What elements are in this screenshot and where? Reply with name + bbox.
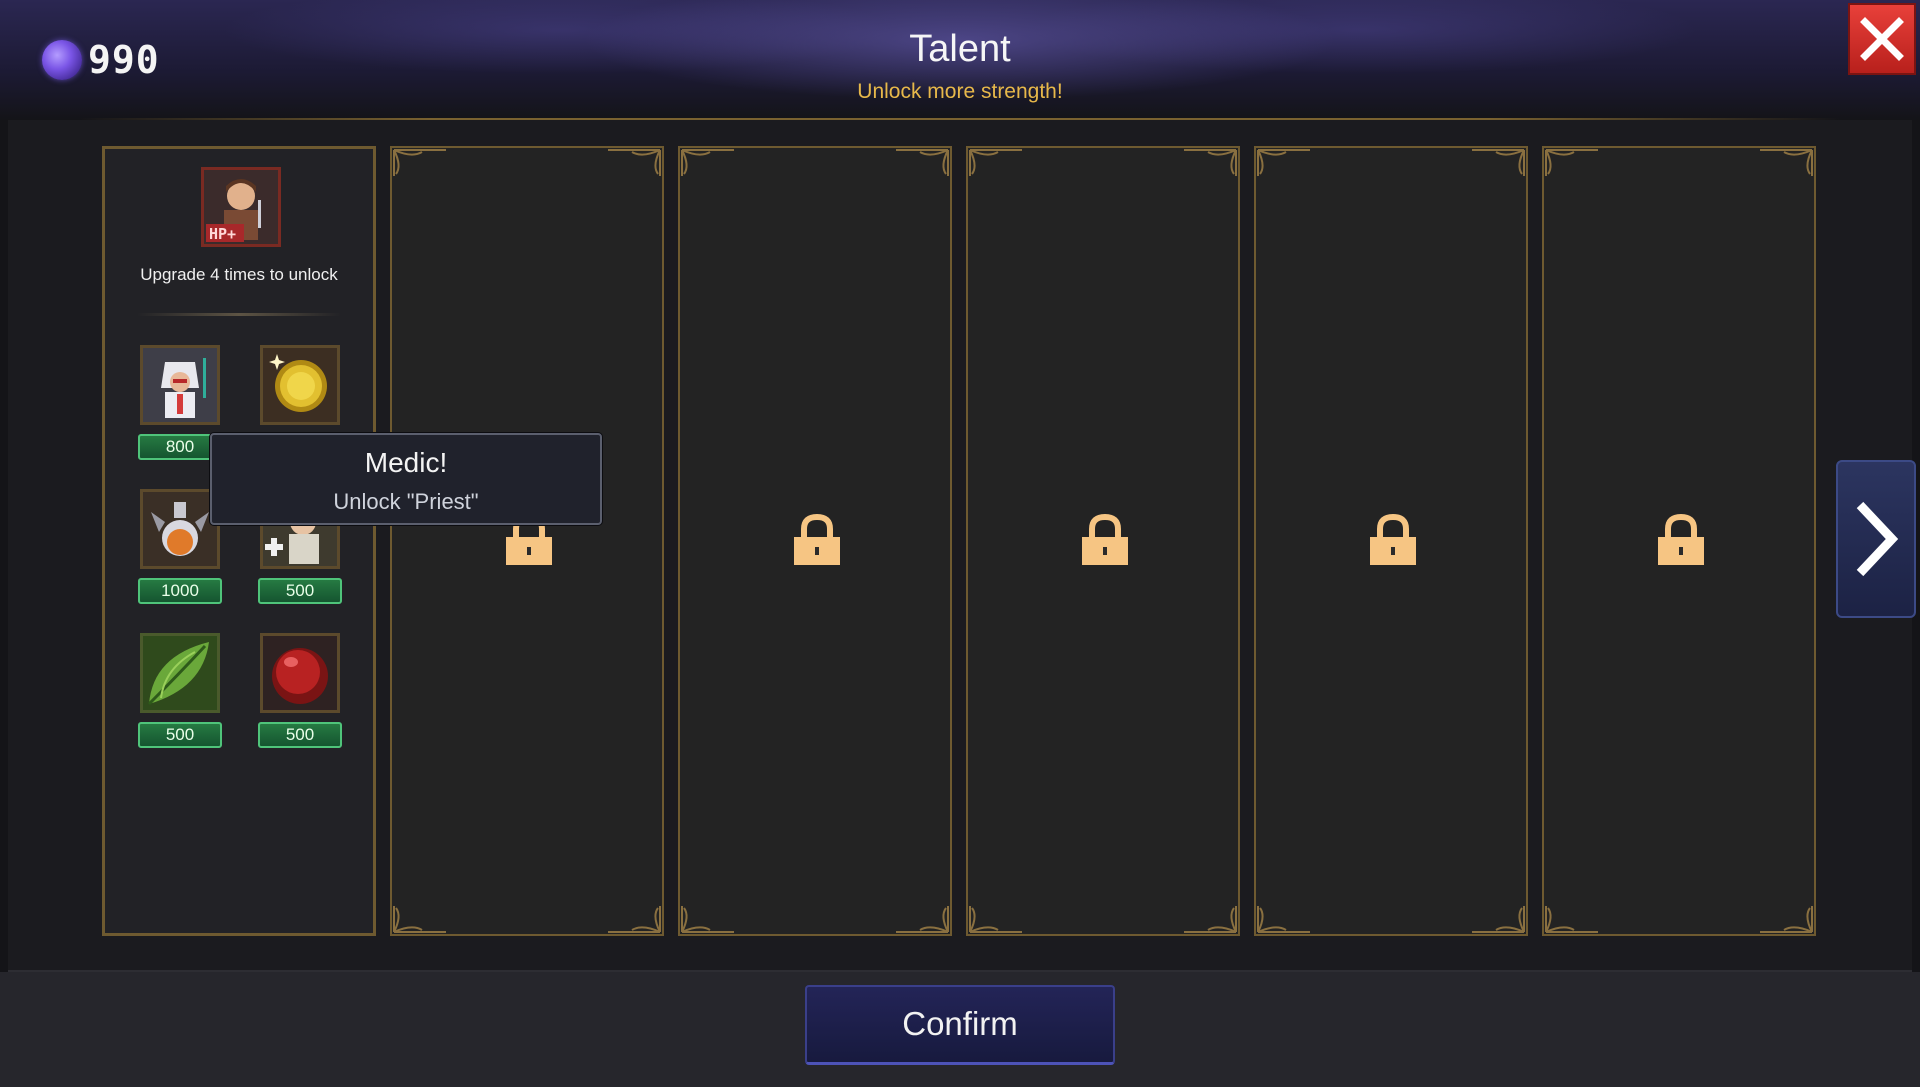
talent-slot-5[interactable] [1542,146,1816,936]
corner-ornament [1472,906,1525,933]
potion-flask-icon [140,489,220,569]
svg-text:HP+: HP+ [209,225,236,243]
panel-divider [137,313,341,316]
talent-slot-4[interactable] [1254,146,1528,936]
lock-icon [1370,513,1416,565]
skill-cost: 500 [138,722,222,748]
talent-slot-2[interactable] [678,146,952,936]
green-leaf-icon [140,633,220,713]
lock-icon [1658,513,1704,565]
corner-ornament [393,149,446,176]
tooltip-body: Unlock "Priest" [333,489,479,514]
corner-ornament [393,906,446,933]
chevron-right-icon [1856,501,1899,577]
close-icon [1860,17,1904,61]
currency-value: 990 [88,38,160,82]
next-page-button[interactable] [1836,460,1916,618]
hero-talent-panel: HP+ Upgrade 4 times to unlock 800 1000 5… [102,146,376,936]
corner-ornament [969,906,1022,933]
page-title: Talent [909,28,1011,70]
corner-ornament [969,149,1022,176]
skill-potion[interactable]: 1000 [138,489,222,604]
soul-orb-icon [42,40,82,80]
confirm-button[interactable]: Confirm [805,985,1115,1065]
page-subtitle: Unlock more strength! [857,80,1063,103]
corner-ornament [1184,906,1237,933]
corner-ornament [896,906,949,933]
currency-display: 990 [42,38,160,82]
skill-leaf[interactable]: 500 [138,633,222,748]
skill-gold-coin[interactable] [259,345,341,425]
priest-hero-icon [140,345,220,425]
talent-slot-3[interactable] [966,146,1240,936]
corner-ornament [1257,906,1310,933]
lock-icon [1082,513,1128,565]
corner-ornament [1545,906,1598,933]
talent-slot-1[interactable] [390,146,664,936]
corner-ornament [1760,906,1813,933]
skill-cost: 500 [258,578,342,604]
corner-ornament [1184,149,1237,176]
close-button[interactable] [1848,3,1916,75]
skill-red-orb[interactable]: 500 [258,633,342,748]
skill-cost: 1000 [138,578,222,604]
skill-priest[interactable]: 800 [138,345,222,460]
corner-ornament [1545,149,1598,176]
unlock-note: Upgrade 4 times to unlock [140,265,338,284]
tooltip-title: Medic! [364,447,448,478]
corner-ornament [1257,149,1310,176]
corner-ornament [608,906,661,933]
gold-coin-icon [260,345,340,425]
corner-ornament [896,149,949,176]
corner-ornament [1760,149,1813,176]
hp-plus-hero-portrait-icon[interactable]: HP+ [201,167,281,247]
corner-ornament [681,149,734,176]
skill-tooltip: Medic! Unlock "Priest" [210,433,602,525]
skill-cost: 500 [258,722,342,748]
lock-icon [794,513,840,565]
corner-ornament [681,906,734,933]
corner-ornament [1472,149,1525,176]
corner-ornament [608,149,661,176]
red-orb-icon [260,633,340,713]
